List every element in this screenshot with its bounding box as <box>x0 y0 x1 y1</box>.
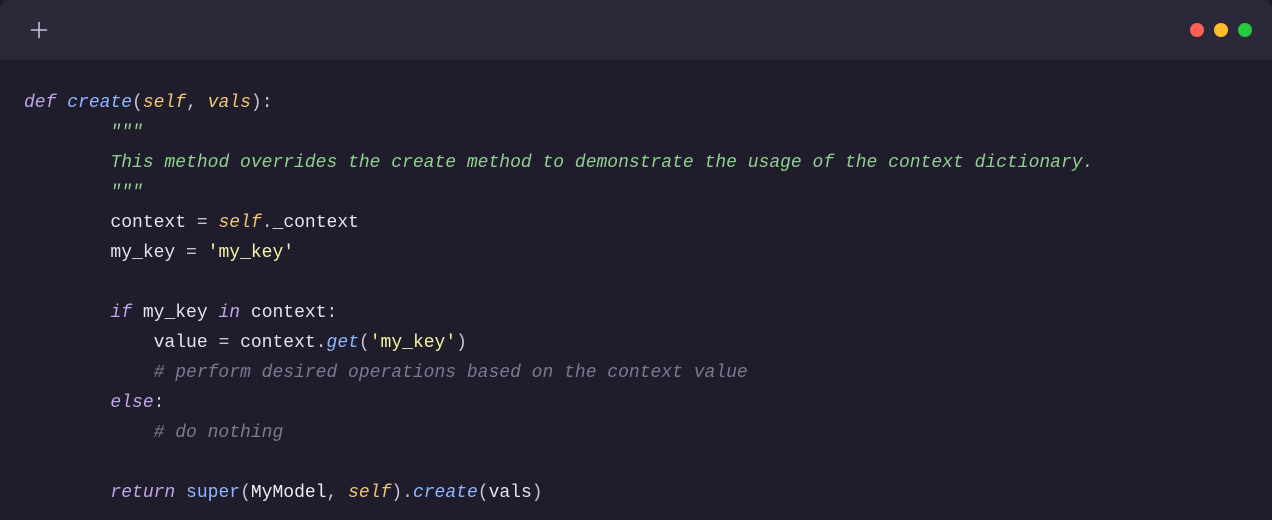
punct: . <box>316 333 327 353</box>
punct: ( <box>359 333 370 353</box>
keyword-def: def <box>24 93 56 113</box>
op-eq: = <box>218 333 229 353</box>
punct: ) <box>456 333 467 353</box>
keyword-return: return <box>110 483 175 503</box>
plus-icon <box>30 21 48 39</box>
ident-context: context <box>240 333 316 353</box>
punct: , <box>186 93 208 113</box>
title-bar <box>0 0 1272 60</box>
ident-mykey: my_key <box>110 243 175 263</box>
method-get: get <box>327 333 359 353</box>
string-mykey: 'my_key' <box>208 243 294 263</box>
docstring-close: """ <box>110 183 142 203</box>
punct: : <box>154 393 165 413</box>
new-tab-button[interactable] <box>30 21 48 39</box>
keyword-if: if <box>110 303 132 323</box>
ident-context: context <box>110 213 186 233</box>
punct: ( <box>240 483 251 503</box>
function-name: create <box>67 93 132 113</box>
docstring-open: """ <box>110 123 142 143</box>
punct: ( <box>478 483 489 503</box>
self-ref: self <box>218 213 261 233</box>
punct: : <box>327 303 338 323</box>
keyword-else: else <box>110 393 153 413</box>
comment-nothing: # do nothing <box>154 423 284 443</box>
builtin-super: super <box>186 483 240 503</box>
code-editor[interactable]: def create(self, vals): """ This method … <box>0 60 1272 508</box>
ident-context: context <box>251 303 327 323</box>
ident-value: value <box>154 333 208 353</box>
self-ref: self <box>348 483 391 503</box>
method-create: create <box>413 483 478 503</box>
window-controls <box>1190 23 1252 37</box>
comment-ops: # perform desired operations based on th… <box>154 363 748 383</box>
ident-mykey: my_key <box>143 303 208 323</box>
class-mymodel: MyModel <box>251 483 327 503</box>
close-window-button[interactable] <box>1190 23 1204 37</box>
punct: , <box>327 483 349 503</box>
punct: ( <box>132 93 143 113</box>
punct: ). <box>391 483 413 503</box>
minimize-window-button[interactable] <box>1214 23 1228 37</box>
op-eq: = <box>186 243 197 263</box>
attr-context: _context <box>273 213 359 233</box>
punct: . <box>262 213 273 233</box>
keyword-in: in <box>218 303 240 323</box>
param-vals: vals <box>208 93 251 113</box>
maximize-window-button[interactable] <box>1238 23 1252 37</box>
op-eq: = <box>197 213 208 233</box>
editor-window: def create(self, vals): """ This method … <box>0 0 1272 520</box>
string-mykey-arg: 'my_key' <box>370 333 456 353</box>
arg-vals: vals <box>489 483 532 503</box>
punct: ) <box>532 483 543 503</box>
docstring-body: This method overrides the create method … <box>110 153 1093 173</box>
punct: ): <box>251 93 273 113</box>
self-param: self <box>143 93 186 113</box>
